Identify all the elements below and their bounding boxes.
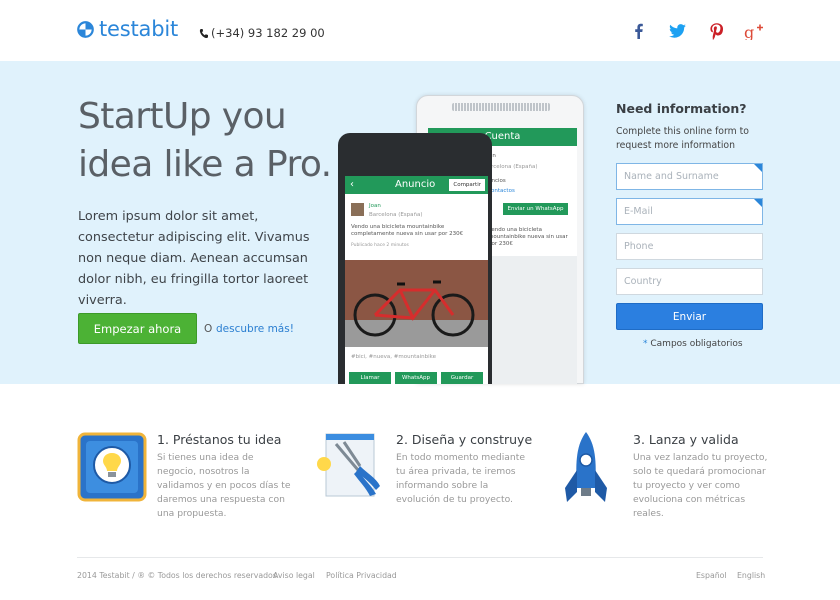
phone-icon bbox=[199, 28, 208, 38]
bike-photo bbox=[345, 260, 488, 347]
feature-1-body: Si tienes una idea de negocio, nosotros … bbox=[157, 452, 291, 519]
required-star: * bbox=[643, 339, 648, 349]
front-share-button: Compartir bbox=[449, 179, 485, 191]
lightbulb-badge-icon bbox=[77, 430, 147, 510]
front-title: Anuncio bbox=[395, 179, 436, 190]
front-screen-titlebar: ‹ Anuncio Compartir bbox=[345, 176, 488, 194]
save-button: Guardar bbox=[441, 372, 483, 384]
google-plus-icon: g bbox=[744, 23, 763, 40]
feature-3-body: Una vez lanzado tu proyecto, solo te que… bbox=[633, 452, 768, 519]
discover-more-link[interactable]: descubre más! bbox=[216, 323, 294, 335]
ad-text: Vendo una bicicleta mountainbike complet… bbox=[351, 224, 464, 237]
pinterest-icon bbox=[709, 22, 723, 40]
language-spanish-link[interactable]: Español bbox=[696, 571, 727, 580]
back-whatsapp-button: Enviar un WhatsApp bbox=[503, 203, 568, 215]
hero-description: Lorem ipsum dolor sit amet, consectetur … bbox=[78, 209, 310, 308]
send-button[interactable]: Enviar bbox=[616, 303, 763, 330]
site-header: testabit (+34) 93 182 29 00 g bbox=[0, 0, 840, 61]
or-text: O bbox=[204, 323, 213, 335]
front-user-name: Joan bbox=[369, 203, 381, 209]
start-now-button[interactable]: Empezar ahora bbox=[78, 313, 197, 344]
phone-number: (+34) 93 182 29 00 bbox=[199, 26, 325, 40]
logo-mark-icon bbox=[77, 20, 94, 38]
call-button: Llamar bbox=[349, 372, 391, 384]
email-field[interactable]: E-Mail bbox=[616, 198, 763, 225]
front-user-location: Barcelona (España) bbox=[369, 212, 423, 218]
required-corner-icon bbox=[754, 164, 762, 172]
privacy-policy-link[interactable]: Política Privacidad bbox=[326, 571, 397, 580]
phone-number-text: (+34) 93 182 29 00 bbox=[211, 26, 325, 40]
google-plus-link[interactable]: g bbox=[743, 20, 765, 42]
form-title: Need information? bbox=[616, 101, 747, 116]
feature-1-title: 1. Préstanos tu idea bbox=[157, 432, 282, 447]
pinterest-link[interactable] bbox=[705, 20, 727, 42]
bicycle-image bbox=[345, 260, 488, 347]
legal-notice-link[interactable]: Aviso legal bbox=[273, 571, 315, 580]
form-subtitle: Complete this online form to request mor… bbox=[616, 126, 749, 151]
facebook-icon bbox=[634, 23, 643, 39]
posted-time: Publicado hace 2 minutos bbox=[351, 243, 409, 248]
required-note: * Campos obligatorios bbox=[643, 339, 743, 349]
required-note-text: Campos obligatorios bbox=[650, 339, 743, 349]
facebook-link[interactable] bbox=[627, 20, 649, 42]
required-corner-icon bbox=[754, 199, 762, 207]
footer-divider bbox=[77, 557, 763, 558]
name-field-placeholder: Name and Surname bbox=[624, 171, 719, 182]
feature-3-title: 3. Lanza y valida bbox=[633, 432, 739, 447]
rocket-icon bbox=[553, 430, 623, 510]
whatsapp-button: WhatsApp bbox=[395, 372, 437, 384]
hero-title: StartUp you idea like a Pro. bbox=[78, 96, 332, 185]
pliers-tools-icon bbox=[314, 430, 384, 510]
back-item-text: Vendo una bicicleta mountainbike nueva s… bbox=[488, 227, 568, 247]
phone-speaker bbox=[452, 103, 550, 111]
phone-field-placeholder: Phone bbox=[624, 241, 654, 252]
copyright-text: 2014 Testabit / ® © Todos los derechos r… bbox=[77, 571, 277, 580]
back-text-2: contactos bbox=[488, 188, 515, 194]
name-field[interactable]: Name and Surname bbox=[616, 163, 763, 190]
phone-front-screen: ‹ Anuncio Compartir Joan Barcelona (Espa… bbox=[345, 176, 488, 384]
back-user-location: Barcelona (España) bbox=[484, 164, 538, 170]
user-avatar bbox=[351, 203, 364, 216]
logo-text: testabit bbox=[99, 17, 178, 41]
back-arrow-icon: ‹ bbox=[350, 179, 354, 190]
country-field-placeholder: Country bbox=[624, 276, 662, 287]
country-field[interactable]: Country bbox=[616, 268, 763, 295]
twitter-link[interactable] bbox=[666, 20, 688, 42]
twitter-icon bbox=[668, 24, 686, 38]
svg-text:g: g bbox=[744, 23, 754, 40]
phone-field[interactable]: Phone bbox=[616, 233, 763, 260]
feature-2-body: En todo momento mediante tu área privada… bbox=[396, 452, 525, 505]
tags-text: #bici, #nueva, #mountainbike bbox=[351, 354, 436, 360]
feature-2-title: 2. Diseña y construye bbox=[396, 432, 533, 447]
language-english-link[interactable]: English bbox=[737, 571, 765, 580]
logo[interactable]: testabit bbox=[77, 17, 178, 41]
email-field-placeholder: E-Mail bbox=[624, 206, 653, 217]
